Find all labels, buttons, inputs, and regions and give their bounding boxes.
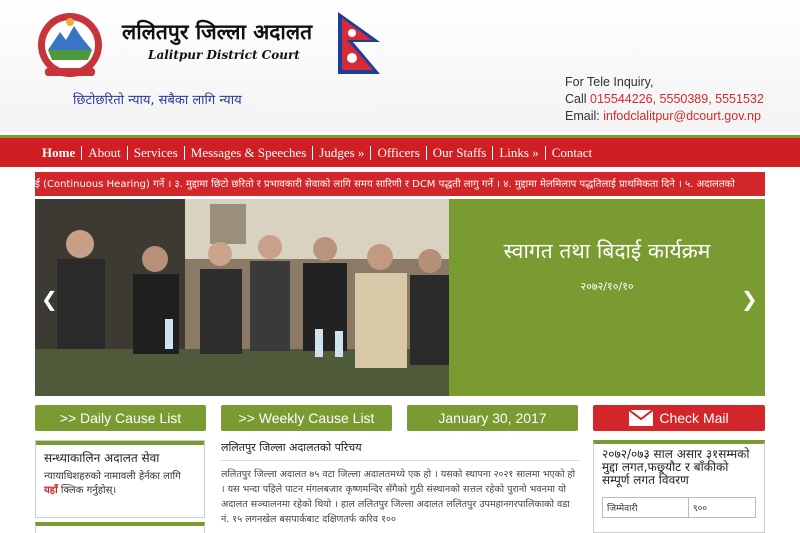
daily-cause-list-button[interactable]: >> Daily Cause List: [35, 405, 206, 431]
nav-contact[interactable]: Contact: [546, 145, 598, 160]
case-stats-title[interactable]: २०७२/०७३ साल असार ३१सम्मको मुद्दा लगत,फछ…: [602, 448, 756, 487]
case-stats-row-label: जिम्मेवारी: [603, 498, 689, 517]
nav-officers[interactable]: Officers: [371, 145, 427, 160]
slider-next-arrow-icon[interactable]: ❯: [741, 287, 758, 311]
evening-court-title: सन्ध्याकालिन अदालत सेवा: [44, 451, 160, 465]
case-stats-row-value: ९००: [693, 504, 708, 514]
site-header: ललितपुर जिल्ला अदालत Lalitpur District C…: [0, 0, 800, 132]
evening-court-box: सन्ध्याकालिन अदालत सेवा न्यायाधिशहरुको न…: [35, 440, 205, 518]
nav-judges[interactable]: Judges »: [313, 145, 372, 160]
contact-heading: For Tele Inquiry,: [565, 75, 654, 89]
check-mail-label: Check Mail: [659, 410, 729, 426]
email-label: Email:: [565, 109, 600, 123]
mail-icon: [629, 410, 654, 426]
slide-title: स्वागत तथा बिदाई कार्यक्रम: [503, 239, 711, 263]
email-link[interactable]: infodclalitpur@dcourt.gov.np: [603, 109, 761, 123]
nav-home[interactable]: Home: [36, 145, 83, 160]
intro-body: ललितपुर जिल्ला अदालत ७५ वटा जिल्ला अदालत…: [221, 469, 576, 525]
nav-services[interactable]: Services: [128, 145, 185, 160]
nepal-flag-icon: [338, 12, 380, 74]
nav-messages-speeches[interactable]: Messages & Speeches: [185, 145, 314, 160]
call-label: Call: [565, 92, 587, 106]
phone-numbers[interactable]: 015544226, 5550389, 5551532: [590, 92, 764, 106]
image-slider: स्वागत तथा बिदाई कार्यक्रम २०७२/१०/१० ❮ …: [35, 199, 765, 396]
case-stats-table: जिम्मेवारी ९००: [602, 497, 756, 518]
intro-title: ललितपुर जिल्ला अदालतको परिचय: [221, 440, 579, 461]
slide-date: २०७२/१०/१०: [580, 280, 634, 293]
check-mail-button[interactable]: Check Mail: [593, 405, 765, 431]
site-title-nepali: ललितपुर जिल्ला अदालत: [122, 19, 313, 44]
evening-court-text: न्यायाधिशहरुको नामावली हेर्नका लागि यहाँ…: [44, 471, 181, 496]
court-introduction: ललितपुर जिल्ला अदालतको परिचय ललितपुर जिल…: [221, 440, 579, 533]
evening-court-link[interactable]: यहाँ: [44, 485, 58, 496]
site-tagline: छिटोछरितो न्याय, सबैका लागि न्याय: [73, 93, 242, 108]
nav-links[interactable]: Links »: [493, 145, 546, 160]
left-box-secondary: [35, 522, 205, 533]
main-nav: Home About Services Messages & Speeches …: [0, 135, 800, 167]
group-photo-icon: [35, 199, 449, 396]
site-title-english: Lalitpur District Court: [148, 48, 300, 62]
news-ticker[interactable]: ई (Continuous Hearing) गर्ने । ३. मुद्दा…: [35, 172, 765, 196]
contact-info: For Tele Inquiry, Call 015544226, 555038…: [565, 74, 764, 125]
weekly-cause-list-button[interactable]: >> Weekly Cause List: [221, 405, 392, 431]
nepal-emblem-icon: [38, 13, 102, 77]
nav-our-staffs[interactable]: Our Staffs: [427, 145, 494, 160]
nav-about[interactable]: About: [82, 145, 128, 160]
slider-prev-arrow-icon[interactable]: ❮: [41, 287, 58, 311]
slide-photo: [35, 199, 449, 396]
ticker-text: ई (Continuous Hearing) गर्ने । ३. मुद्दा…: [35, 179, 735, 190]
slide-caption-panel: स्वागत तथा बिदाई कार्यक्रम २०७२/१०/१०: [449, 199, 765, 396]
case-statistics-box: २०७२/०७३ साल असार ३१सम्मको मुद्दा लगत,फछ…: [593, 440, 765, 533]
current-date-display: January 30, 2017: [407, 405, 578, 431]
